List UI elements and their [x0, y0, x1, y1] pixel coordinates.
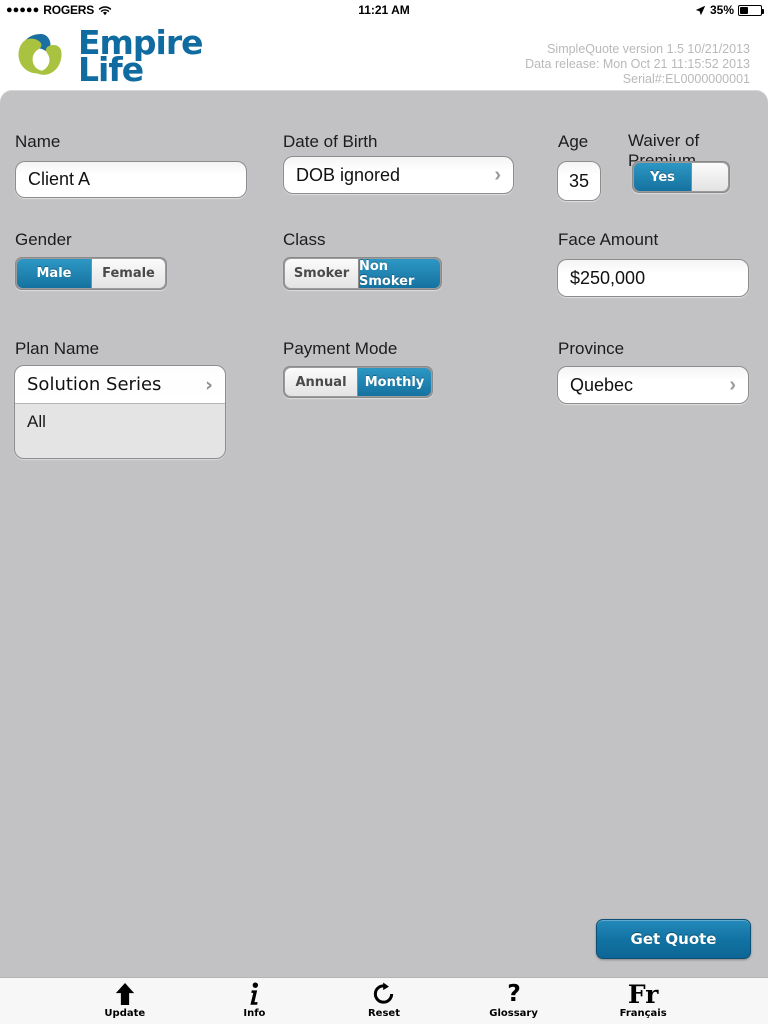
empire-life-wordmark: Empire Life: [78, 26, 204, 89]
battery-percent-label: 35%: [709, 3, 734, 17]
tab-francais-label: Français: [619, 1008, 667, 1019]
status-bar: ●●●●● ROGERS 11:21 AM 35%: [0, 0, 768, 20]
get-quote-button[interactable]: Get Quote: [596, 919, 751, 959]
svg-text:?: ?: [507, 982, 521, 1006]
face-amount-input[interactable]: $250,000: [557, 259, 749, 297]
empire-life-swirl-icon: [14, 28, 70, 84]
face-amount-value: $250,000: [570, 267, 646, 288]
payment-mode-label: Payment Mode: [283, 339, 398, 358]
chevron-right-icon: ›: [494, 164, 501, 186]
class-option-smoker[interactable]: Smoker: [285, 259, 359, 288]
tab-glossary-label: Glossary: [489, 1008, 538, 1019]
version-line-2: Data release: Mon Oct 21 11:15:52 2013: [525, 57, 750, 71]
upload-arrow-icon: [114, 981, 136, 1007]
tab-francais[interactable]: Fr Français: [598, 978, 688, 1020]
tab-glossary[interactable]: ? Glossary: [469, 978, 559, 1019]
quote-form-panel: Name Client A Date of Birth DOB ignored …: [0, 90, 768, 977]
name-input-value: Client A: [28, 169, 91, 189]
info-icon: [245, 981, 263, 1007]
payment-mode-option-monthly[interactable]: Monthly: [358, 368, 431, 396]
chevron-right-icon: ›: [729, 374, 736, 396]
fr-language-icon: Fr: [627, 979, 659, 1009]
payment-mode-segmented-control[interactable]: Annual Monthly: [283, 366, 433, 398]
plan-name-dropdown[interactable]: Solution Series › All: [14, 365, 226, 459]
status-bar-clock: 11:21 AM: [358, 3, 410, 17]
tab-reset-label: Reset: [367, 1008, 400, 1019]
name-label: Name: [15, 132, 61, 151]
empire-life-logo: Empire Life: [14, 26, 204, 89]
age-value: 35: [568, 170, 590, 191]
age-label: Age: [558, 132, 589, 151]
waiver-option-no[interactable]: [692, 163, 728, 191]
battery-icon: [738, 4, 764, 16]
logo-line-2: Life: [78, 50, 144, 89]
plan-name-selected[interactable]: Solution Series ›: [15, 366, 225, 404]
tab-reset[interactable]: Reset: [339, 978, 429, 1019]
tab-info-label: Info: [243, 1008, 266, 1019]
waiver-segmented-control[interactable]: Yes: [632, 161, 730, 193]
version-line-1: SimpleQuote version 1.5 10/21/2013: [547, 42, 750, 56]
dob-picker[interactable]: DOB ignored ›: [283, 156, 514, 194]
tab-update-label: Update: [104, 1008, 146, 1019]
tab-info[interactable]: Info: [209, 978, 299, 1019]
chevron-right-icon: ›: [205, 373, 213, 396]
battery-fill: [740, 6, 748, 14]
tab-update[interactable]: Update: [80, 978, 170, 1019]
gender-segmented-control[interactable]: Male Female: [15, 257, 167, 290]
province-value: Quebec: [570, 374, 634, 395]
waiver-option-yes[interactable]: Yes: [634, 163, 692, 191]
gender-label: Gender: [15, 230, 72, 249]
plan-name-value: Solution Series: [27, 374, 162, 395]
gender-option-female[interactable]: Female: [92, 259, 165, 288]
province-label: Province: [558, 339, 625, 358]
dob-label: Date of Birth: [283, 132, 378, 151]
get-quote-label: Get Quote: [630, 930, 717, 948]
class-label: Class: [283, 230, 326, 249]
class-option-non-smoker[interactable]: Non Smoker: [359, 259, 440, 289]
version-info: SimpleQuote version 1.5 10/21/2013 Data …: [525, 42, 750, 87]
name-input[interactable]: Client A: [15, 161, 247, 198]
payment-mode-option-annual[interactable]: Annual: [285, 368, 358, 396]
question-mark-icon: ?: [505, 981, 523, 1007]
province-picker[interactable]: Quebec ›: [557, 366, 749, 404]
refresh-icon: [372, 981, 395, 1007]
status-bar-right: 35%: [695, 3, 764, 17]
app-header: Empire Life SimpleQuote version 1.5 10/2…: [0, 20, 768, 90]
dob-value: DOB ignored: [296, 164, 401, 185]
version-line-3: Serial#:EL0000000001: [622, 72, 750, 86]
plan-name-label: Plan Name: [15, 339, 100, 358]
bottom-tab-bar: Update Info Reset ? Glossary Fr Français: [0, 977, 768, 1024]
face-amount-label: Face Amount: [558, 230, 659, 249]
gender-option-male[interactable]: Male: [17, 259, 92, 288]
plan-name-option-all[interactable]: All: [15, 404, 225, 440]
class-segmented-control[interactable]: Smoker Non Smoker: [283, 257, 442, 290]
location-arrow-icon: [695, 5, 706, 16]
age-input[interactable]: 35: [557, 161, 601, 201]
